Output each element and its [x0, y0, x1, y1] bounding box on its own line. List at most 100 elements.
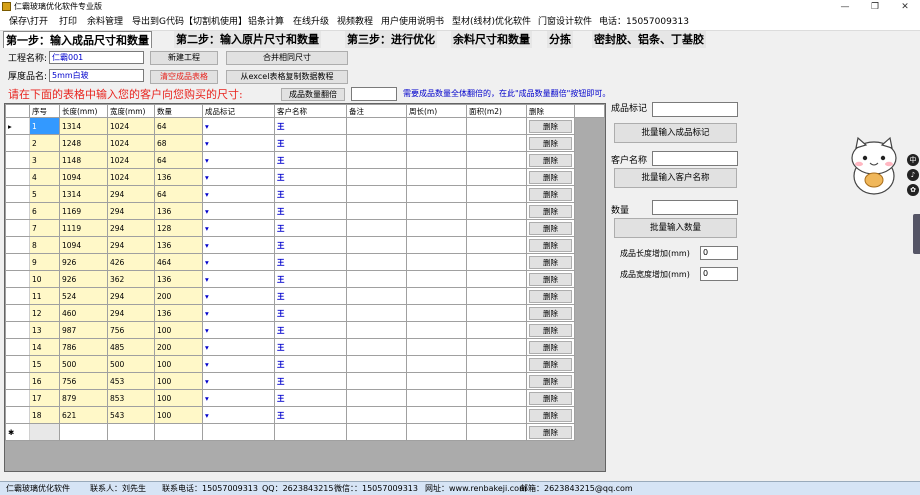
menu-save-open[interactable]: 保存\打开 [6, 14, 51, 30]
batch-mark-button[interactable]: 批量输入成品标记 [614, 123, 737, 143]
cell-customer[interactable]: 王 [274, 253, 347, 271]
cell-seq[interactable]: 4 [29, 168, 60, 186]
cell-length[interactable]: 524 [59, 287, 108, 305]
delete-row-button[interactable]: 删除 [529, 170, 572, 184]
cell-qty[interactable]: 136 [154, 236, 203, 254]
cell-seq[interactable]: 3 [29, 151, 60, 169]
cell-remark[interactable] [346, 117, 407, 135]
flip-quantity-input[interactable] [351, 87, 397, 101]
cell-qty[interactable]: 464 [154, 253, 203, 271]
maximize-button[interactable]: ❐ [860, 0, 890, 14]
new-row-cell[interactable] [274, 423, 347, 441]
cell-width[interactable]: 543 [107, 406, 155, 424]
cell-mark[interactable]: ▾ [202, 219, 275, 237]
cell-remark[interactable] [346, 168, 407, 186]
cell-length[interactable]: 1094 [59, 168, 108, 186]
tab-step3[interactable]: 第三步：进行优化 [345, 31, 437, 48]
cell-customer[interactable]: 王 [274, 151, 347, 169]
new-row-cell[interactable] [154, 423, 203, 441]
cell-perimeter[interactable] [406, 287, 467, 305]
delete-row-button[interactable]: 删除 [529, 408, 572, 422]
cell-area[interactable] [466, 202, 527, 220]
table-row[interactable]: 2 1248 1024 68 ▾ 王 删除 [5, 134, 605, 152]
cell-qty[interactable]: 100 [154, 406, 203, 424]
row-selector[interactable] [5, 355, 30, 373]
menu-remnant[interactable]: 余料管理 [84, 14, 126, 30]
length-add-input[interactable]: 0 [700, 246, 738, 260]
cell-qty[interactable]: 64 [154, 185, 203, 203]
merge-sizes-button[interactable]: 合并相同尺寸 [226, 51, 348, 65]
cell-seq[interactable]: 16 [29, 372, 60, 390]
row-selector[interactable] [5, 304, 30, 322]
cell-remark[interactable] [346, 134, 407, 152]
row-selector[interactable] [5, 134, 30, 152]
minimize-button[interactable]: — [830, 0, 860, 14]
cell-customer[interactable]: 王 [274, 287, 347, 305]
cell-qty[interactable]: 64 [154, 117, 203, 135]
table-row[interactable]: 12 460 294 136 ▾ 王 删除 [5, 304, 605, 322]
cell-remark[interactable] [346, 151, 407, 169]
cell-mark[interactable]: ▾ [202, 202, 275, 220]
new-row-cell[interactable] [107, 423, 155, 441]
table-row[interactable]: 11 524 294 200 ▾ 王 删除 [5, 287, 605, 305]
delete-row-button[interactable]: 删除 [529, 221, 572, 235]
cell-mark[interactable]: ▾ [202, 321, 275, 339]
side-drawer-handle[interactable] [913, 214, 920, 254]
delete-row-button[interactable]: 删除 [529, 255, 572, 269]
table-row[interactable]: 9 926 426 464 ▾ 王 删除 [5, 253, 605, 271]
cell-length[interactable]: 1119 [59, 219, 108, 237]
cell-area[interactable] [466, 270, 527, 288]
header-remark[interactable]: 备注 [346, 104, 407, 118]
thickness-input[interactable]: 5mm白玻 [49, 69, 144, 82]
cell-qty[interactable]: 64 [154, 151, 203, 169]
row-selector[interactable] [5, 406, 30, 424]
cell-area[interactable] [466, 355, 527, 373]
cell-qty[interactable]: 136 [154, 202, 203, 220]
cell-qty[interactable]: 68 [154, 134, 203, 152]
cell-length[interactable]: 756 [59, 372, 108, 390]
cell-length[interactable]: 1094 [59, 236, 108, 254]
cell-mark[interactable]: ▾ [202, 287, 275, 305]
cell-qty[interactable]: 100 [154, 355, 203, 373]
cell-remark[interactable] [346, 236, 407, 254]
cell-seq[interactable]: 6 [29, 202, 60, 220]
cell-mark[interactable]: ▾ [202, 134, 275, 152]
row-selector[interactable]: ▸ [5, 117, 30, 135]
project-name-input[interactable]: 仁霸001 [49, 51, 144, 64]
delete-row-button[interactable]: 删除 [529, 187, 572, 201]
cell-width[interactable]: 500 [107, 355, 155, 373]
menu-user-manual[interactable]: 用户使用说明书 [378, 14, 447, 30]
customer-input[interactable] [652, 151, 738, 166]
cell-perimeter[interactable] [406, 321, 467, 339]
delete-row-button[interactable]: 删除 [529, 374, 572, 388]
side-chinese-icon[interactable]: 中 [907, 154, 919, 166]
cell-remark[interactable] [346, 321, 407, 339]
cell-qty[interactable]: 128 [154, 219, 203, 237]
cell-qty[interactable]: 100 [154, 321, 203, 339]
table-row[interactable]: ▸ 1 1314 1024 64 ▾ 王 删除 [5, 117, 605, 135]
delete-row-button[interactable]: 删除 [529, 119, 572, 133]
cell-seq[interactable]: 15 [29, 355, 60, 373]
table-row[interactable]: 10 926 362 136 ▾ 王 删除 [5, 270, 605, 288]
delete-row-button[interactable]: 删除 [529, 391, 572, 405]
tab-step1[interactable]: 第一步：输入成品尺寸和数量 [3, 31, 152, 48]
cell-area[interactable] [466, 168, 527, 186]
cell-seq[interactable]: 7 [29, 219, 60, 237]
cell-perimeter[interactable] [406, 185, 467, 203]
cell-perimeter[interactable] [406, 372, 467, 390]
cell-perimeter[interactable] [406, 236, 467, 254]
cell-area[interactable] [466, 219, 527, 237]
cell-seq[interactable]: 9 [29, 253, 60, 271]
status-website[interactable]: 网址：www.renbakeji.com [425, 482, 527, 495]
tab-split[interactable]: 分拣 [547, 31, 573, 48]
cell-perimeter[interactable] [406, 168, 467, 186]
cell-width[interactable]: 294 [107, 236, 155, 254]
cell-area[interactable] [466, 406, 527, 424]
cell-width[interactable]: 294 [107, 185, 155, 203]
table-row[interactable]: 18 621 543 100 ▾ 王 删除 [5, 406, 605, 424]
flip-quantity-button[interactable]: 成品数量翻倍 [281, 88, 345, 101]
new-row-cell[interactable] [346, 423, 407, 441]
cell-perimeter[interactable] [406, 151, 467, 169]
header-area[interactable]: 面积(m2) [466, 104, 527, 118]
cell-remark[interactable] [346, 270, 407, 288]
